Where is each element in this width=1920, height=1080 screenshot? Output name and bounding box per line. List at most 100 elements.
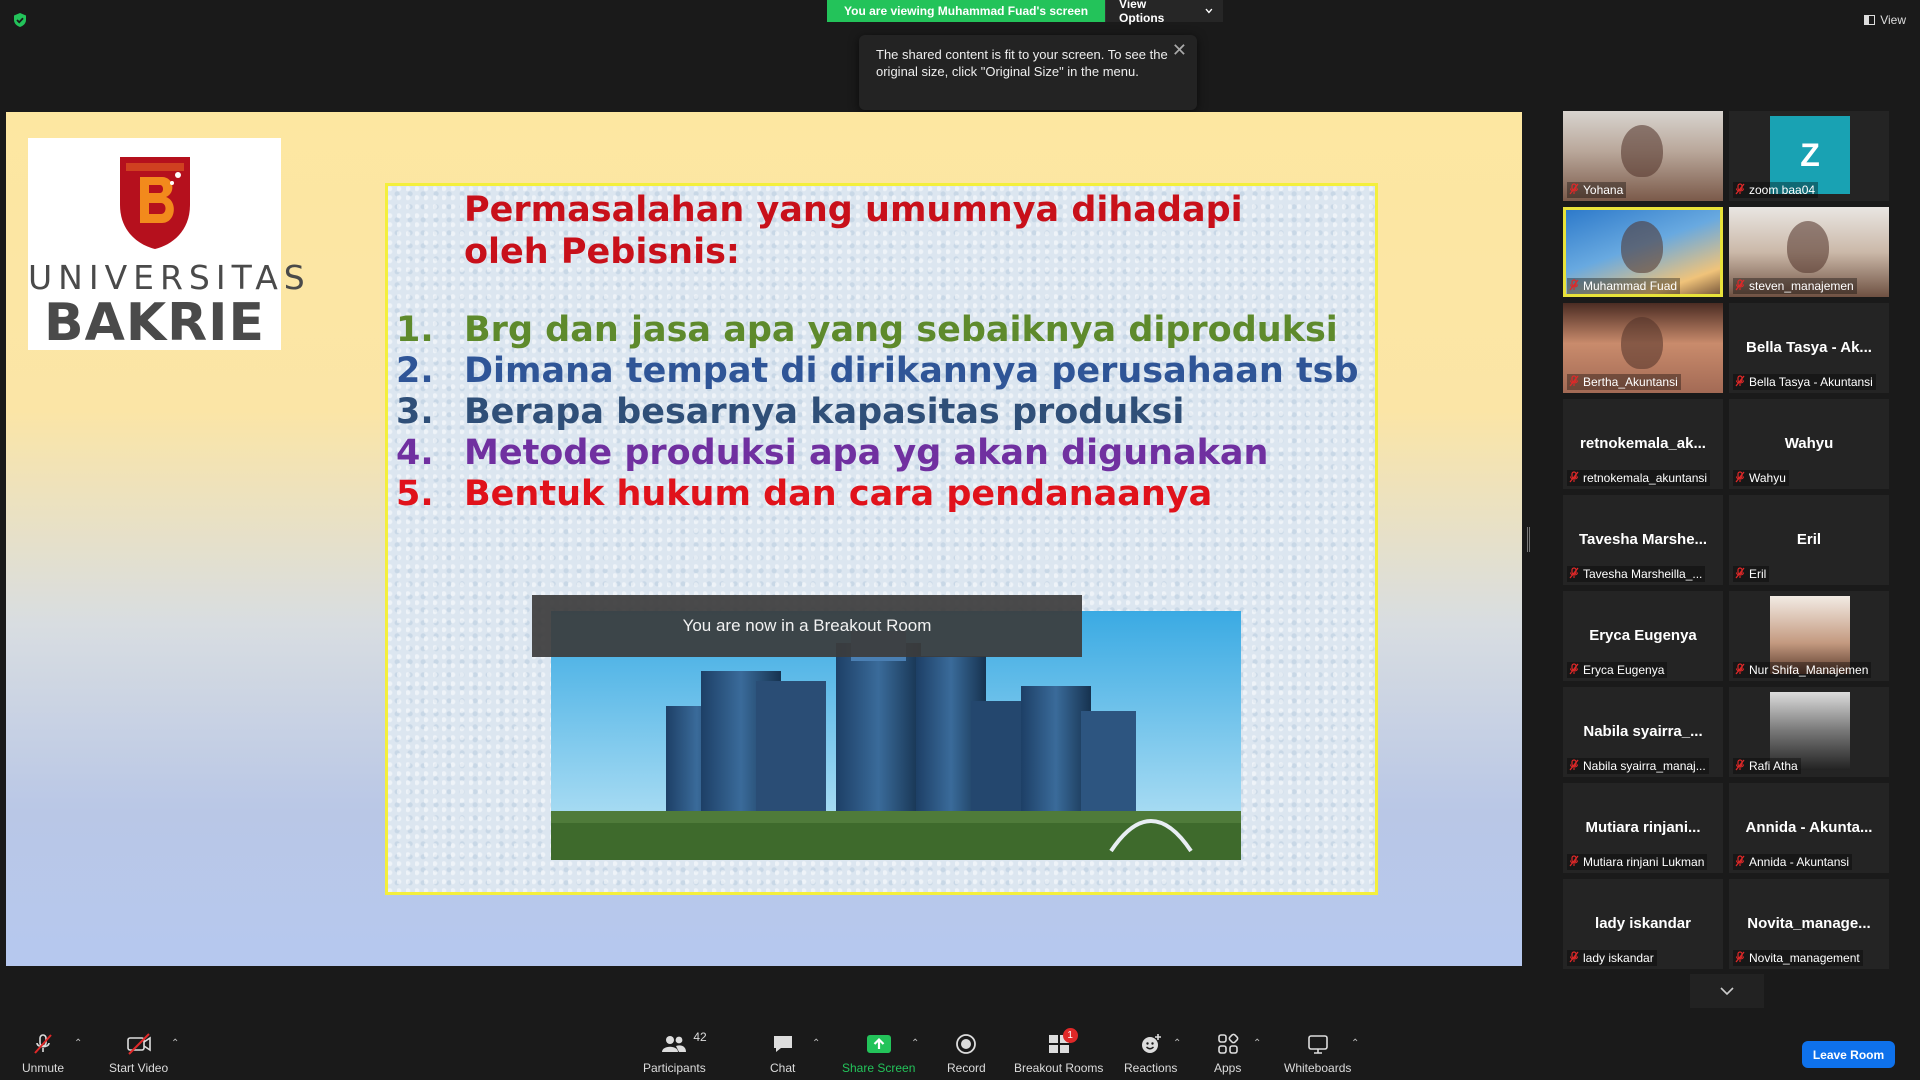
chat-options-caret-icon[interactable]: ⌃ [812, 1038, 820, 1049]
slide-list-text: Dimana tempat di dirikannya perusahaan t… [464, 351, 1359, 391]
participant-name: Eryca Eugenya [1583, 663, 1665, 677]
gallery-view-icon [1864, 15, 1876, 25]
participant-tile[interactable]: Zzoom baa04 [1729, 111, 1889, 201]
participant-name: Annida - Akuntansi [1749, 855, 1850, 869]
muted-microphone-icon [1569, 950, 1579, 966]
participant-tile[interactable]: Wahyu Wahyu [1729, 399, 1889, 489]
leave-room-button[interactable]: Leave Room [1802, 1041, 1895, 1068]
muted-microphone-icon [1735, 278, 1745, 294]
participant-name: Rafi Atha [1749, 759, 1798, 773]
record-button[interactable]: Record [947, 1032, 986, 1075]
unmute-label: Unmute [22, 1061, 65, 1075]
muted-microphone-icon [1569, 566, 1579, 582]
share-screen-label: Share Screen [842, 1061, 916, 1075]
whiteboards-label: Whiteboards [1284, 1061, 1352, 1075]
slide-list-number: 5. [396, 474, 434, 514]
participant-name: Mutiara rinjani Lukman [1583, 855, 1705, 869]
slide-list-text: Berapa besarnya kapasitas produksi [464, 392, 1185, 432]
participants-count: 42 [693, 1030, 707, 1044]
unmute-button[interactable]: Unmute [22, 1032, 64, 1075]
participant-name: Bertha_Akuntansi [1583, 375, 1678, 389]
participant-name-label: Eryca Eugenya [1567, 662, 1668, 678]
reactions-options-caret-icon[interactable]: ⌃ [1173, 1038, 1181, 1049]
tooltip-text: The shared content is fit to your screen… [876, 47, 1168, 79]
participant-tile[interactable]: retnokemala_ak... retnokemala_akuntansi [1563, 399, 1723, 489]
participant-tile[interactable]: Eril Eril [1729, 495, 1889, 585]
participant-tile[interactable]: Tavesha Marshe... Tavesha Marsheilla_... [1563, 495, 1723, 585]
fit-screen-tooltip: The shared content is fit to your screen… [859, 35, 1197, 110]
smiley-plus-icon [1141, 1034, 1161, 1053]
participant-name: Wahyu [1749, 471, 1786, 485]
participant-display-name: Eryca Eugenya [1589, 627, 1697, 644]
breakout-rooms-button[interactable]: 1 Breakout Rooms [1014, 1028, 1103, 1075]
participant-tile[interactable]: Novita_manage... Novita_management [1729, 879, 1889, 969]
apps-options-caret-icon[interactable]: ⌃ [1253, 1038, 1261, 1049]
view-options-button[interactable]: View Options [1105, 0, 1224, 25]
screen-share-banner: You are viewing Muhammad Fuad's screen V… [827, 0, 1224, 25]
apps-button[interactable]: Apps [1214, 1032, 1241, 1075]
participant-display-name: Bella Tasya - Ak... [1746, 339, 1872, 356]
close-icon[interactable]: ✕ [1172, 41, 1187, 59]
participants-button[interactable]: 42 Participants [643, 1030, 707, 1075]
chat-button[interactable]: Chat [770, 1032, 795, 1075]
participant-name-label: steven_manajemen [1733, 278, 1857, 294]
apps-icon [1217, 1033, 1239, 1054]
participant-name: lady iskandar [1583, 951, 1654, 965]
gallery-next-page-button[interactable] [1690, 974, 1764, 1008]
slide-content-card: Permasalahan yang umumnya dihadapi oleh … [385, 183, 1378, 895]
muted-microphone-icon [1569, 182, 1579, 198]
whiteboards-options-caret-icon[interactable]: ⌃ [1351, 1038, 1359, 1049]
participant-name: Nur Shifa_Manajemen [1749, 663, 1869, 677]
participant-tile[interactable]: Mutiara rinjani... Mutiara rinjani Lukman [1563, 783, 1723, 873]
participants-icon [662, 1036, 687, 1052]
chat-bubble-icon [773, 1036, 792, 1052]
zoom-meeting-window: You are viewing Muhammad Fuad's screen V… [0, 0, 1920, 1080]
video-options-caret-icon[interactable]: ⌃ [171, 1038, 179, 1049]
participant-tile[interactable]: Bella Tasya - Ak... Bella Tasya - Akuntan… [1729, 303, 1889, 393]
muted-microphone-icon [1569, 758, 1579, 774]
participant-name-label: Nabila syairra_manaj... [1567, 758, 1709, 774]
participant-display-name: Mutiara rinjani... [1585, 819, 1701, 836]
participant-name-label: lady iskandar [1567, 950, 1657, 966]
participant-tile[interactable]: lady iskandar lady iskandar [1563, 879, 1723, 969]
participant-tile[interactable]: Yohana [1563, 111, 1723, 201]
muted-microphone-icon [1735, 182, 1745, 198]
reactions-label: Reactions [1124, 1061, 1178, 1075]
participant-tile[interactable]: Eryca Eugenya Eryca Eugenya [1563, 591, 1723, 681]
slide-list-number: 4. [396, 433, 434, 473]
participant-tile[interactable]: Bertha_Akuntansi [1563, 303, 1723, 393]
participant-tile[interactable]: steven_manajemen [1729, 207, 1889, 297]
participant-display-name: Nabila syairra_... [1583, 723, 1703, 740]
reactions-button[interactable]: Reactions [1124, 1032, 1177, 1075]
participant-display-name: lady iskandar [1595, 915, 1691, 932]
panel-resize-handle[interactable] [1527, 527, 1530, 552]
whiteboards-button[interactable]: Whiteboards [1284, 1032, 1351, 1075]
chevron-down-icon [1720, 986, 1734, 995]
participant-name-label: Mutiara rinjani Lukman [1567, 854, 1708, 870]
share-options-caret-icon[interactable]: ⌃ [911, 1038, 919, 1049]
university-crest-icon [120, 157, 190, 249]
slide-numbered-list: 1. Brg dan jasa apa yang sebaiknya diprod… [396, 310, 1366, 515]
participant-name-label: Bella Tasya - Akuntansi [1733, 374, 1876, 390]
logo-line-bakrie: BAKRIE [43, 293, 266, 353]
participant-tile[interactable]: Annida - Akunta... Annida - Akuntansi [1729, 783, 1889, 873]
slide-list-item: 3. Berapa besarnya kapasitas produksi [396, 392, 1366, 433]
encryption-shield-icon[interactable] [12, 12, 28, 28]
share-screen-button[interactable]: Share Screen [842, 1032, 915, 1075]
slide-list-text: Bentuk hukum dan cara pendanaanya [464, 474, 1213, 514]
muted-microphone-icon [1569, 470, 1579, 486]
participant-name-label: Wahyu [1733, 470, 1789, 486]
view-layout-button[interactable]: View [1864, 13, 1906, 27]
view-label: View [1880, 13, 1906, 27]
slide-list-number: 3. [396, 392, 434, 432]
participant-video-feed [1621, 317, 1663, 369]
participant-tile[interactable]: Rafi Atha [1729, 687, 1889, 777]
participant-tile[interactable]: Muhammad Fuad [1563, 207, 1723, 297]
participant-tile[interactable]: Nabila syairra_... Nabila syairra_manaj..… [1563, 687, 1723, 777]
start-video-button[interactable]: Start Video [109, 1032, 168, 1075]
participant-display-name: Eril [1796, 531, 1822, 548]
participant-tile[interactable]: Nur Shifa_Manajemen [1729, 591, 1889, 681]
audio-options-caret-icon[interactable]: ⌃ [74, 1038, 82, 1049]
participant-name-label: Muhammad Fuad [1567, 278, 1681, 294]
participant-name: Tavesha Marsheilla_... [1583, 567, 1703, 581]
